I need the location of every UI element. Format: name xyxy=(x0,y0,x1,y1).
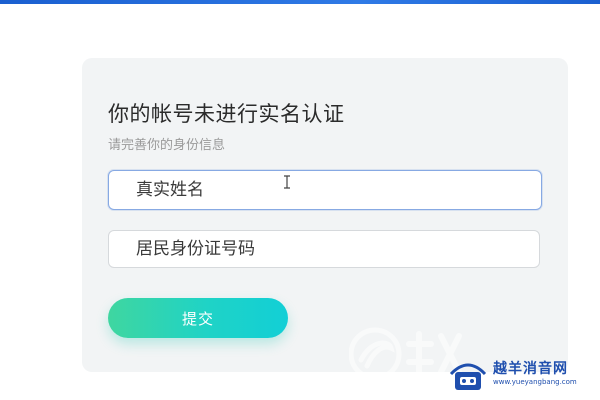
real-name-input[interactable] xyxy=(108,170,542,210)
text-cursor-icon xyxy=(284,175,290,189)
page-subtitle: 请完善你的身份信息 xyxy=(108,138,226,153)
watermark-site-url: www.yueyangbang.com xyxy=(493,378,577,386)
verification-card: 你的帐号未进行实名认证 请完善你的身份信息 提交 xyxy=(82,58,568,372)
id-number-input[interactable] xyxy=(108,230,540,268)
page-title: 你的帐号未进行实名认证 xyxy=(108,102,345,126)
top-accent-bar xyxy=(0,0,600,4)
submit-button[interactable]: 提交 xyxy=(108,298,288,338)
